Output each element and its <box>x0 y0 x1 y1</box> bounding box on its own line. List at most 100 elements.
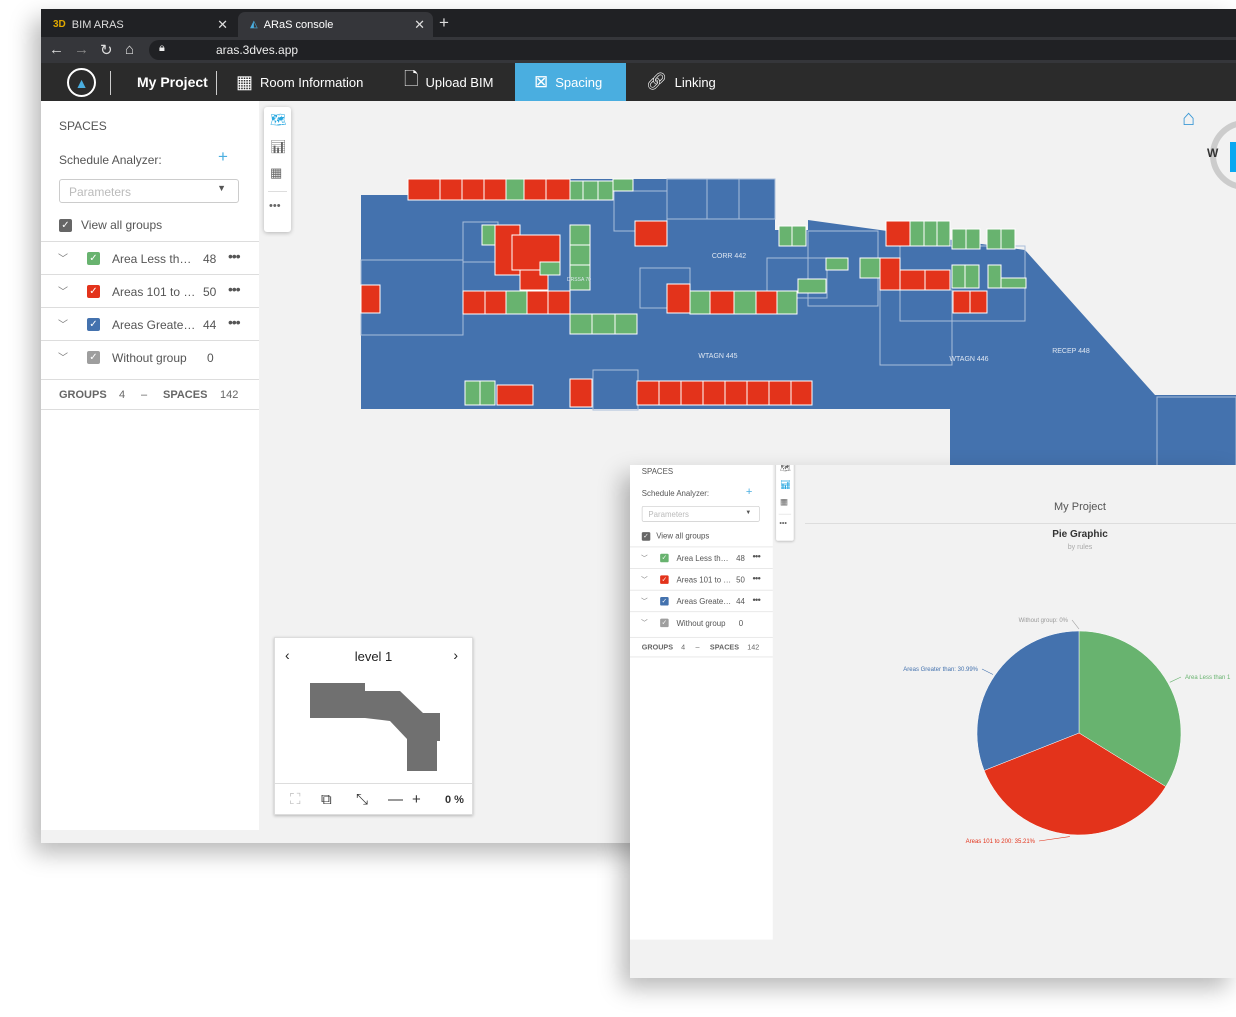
space-cell-green[interactable] <box>776 290 798 315</box>
pie-leader-line[interactable] <box>981 668 994 675</box>
space-cell-red[interactable] <box>496 384 534 406</box>
space-cell-red[interactable] <box>952 290 971 314</box>
space-cell-red[interactable] <box>658 380 682 406</box>
space-cell-red[interactable] <box>523 178 547 201</box>
zoom-in-icon[interactable]: + <box>412 791 421 808</box>
more-options-icon[interactable]: ••• <box>228 314 241 330</box>
space-cell-red[interactable] <box>484 290 507 315</box>
space-cell-red[interactable] <box>702 380 726 406</box>
space-cell-green[interactable] <box>569 224 591 246</box>
space-cell-red[interactable] <box>680 380 704 406</box>
space-cell-red[interactable] <box>547 290 571 315</box>
space-cell-green[interactable] <box>539 261 561 276</box>
space-cell-red[interactable] <box>969 290 988 314</box>
space-cell-green[interactable] <box>733 290 757 315</box>
pie-leader-line[interactable] <box>1038 836 1070 842</box>
space-cell-red[interactable] <box>885 220 911 247</box>
chevron-down-icon[interactable]: ﹀ <box>58 349 68 364</box>
space-cell-green[interactable] <box>612 178 634 192</box>
space-cell-red[interactable] <box>462 290 486 315</box>
pie-leader-line[interactable] <box>1071 619 1080 630</box>
group-row[interactable]: ﹀ ✓ Areas Greater than 44 ••• <box>41 307 259 340</box>
space-cell-red[interactable] <box>526 290 549 315</box>
map-icon[interactable]: 🗺︎ <box>270 112 287 128</box>
space-cell-red[interactable] <box>755 290 778 315</box>
more-icon[interactable]: ••• <box>269 200 281 212</box>
space-cell-red[interactable] <box>924 269 951 291</box>
space-cell-red[interactable] <box>483 178 507 201</box>
group-row[interactable]: ﹀ ✓ Without group 0 <box>41 340 259 379</box>
resize-icon[interactable]: ⤡ <box>356 791 368 808</box>
space-cell-green[interactable] <box>614 313 638 335</box>
space-cell-green[interactable] <box>582 180 599 201</box>
space-cell-green[interactable] <box>597 180 614 201</box>
space-cell-green[interactable] <box>986 228 1002 250</box>
space-cell-green[interactable] <box>791 225 807 247</box>
table-icon[interactable]: ▦ <box>270 165 282 181</box>
space-cell-red[interactable] <box>569 378 593 408</box>
fit-view-icon[interactable]: ⧉ <box>321 791 332 808</box>
zoom-out-icon[interactable]: — <box>388 791 403 808</box>
floor-plan-layer[interactable]: CORR 442 WTAGN 445 WTAGN 446 RECEP 448 DRSSA… <box>360 178 1236 473</box>
fullscreen-icon[interactable]: ⛶ <box>290 791 301 808</box>
space-cell-red[interactable] <box>439 178 463 201</box>
space-cell-red[interactable] <box>407 178 441 201</box>
parameters-dropdown[interactable]: Parameters ▼ <box>59 179 239 203</box>
space-cell-red[interactable] <box>545 178 571 201</box>
minimap-plan[interactable] <box>305 683 445 773</box>
space-cell-green[interactable] <box>951 228 967 250</box>
group-checkbox[interactable]: ✓ <box>87 252 100 265</box>
space-cell-red[interactable] <box>709 290 735 315</box>
space-cell-green[interactable] <box>965 228 981 250</box>
space-cell-green[interactable] <box>481 224 496 246</box>
more-options-icon[interactable]: ••• <box>228 248 241 264</box>
group-checkbox[interactable]: ✓ <box>87 285 100 298</box>
add-schedule-button[interactable]: + <box>218 147 228 167</box>
more-options-icon[interactable]: ••• <box>228 281 241 297</box>
pie-leader-line[interactable] <box>1169 676 1182 683</box>
space-cell-green[interactable] <box>923 220 938 247</box>
space-cell-red[interactable] <box>636 380 660 406</box>
space-cell-green[interactable] <box>987 264 1002 289</box>
space-cell-green[interactable] <box>505 290 528 315</box>
home-view-icon[interactable]: ⌂ <box>1182 105 1195 131</box>
space-cell-green[interactable] <box>909 220 925 247</box>
group-checkbox[interactable]: ✓ <box>87 318 100 331</box>
chevron-down-icon[interactable]: ﹀ <box>58 250 68 265</box>
chevron-down-icon[interactable]: ﹀ <box>58 283 68 298</box>
space-cell-green[interactable] <box>797 278 827 294</box>
space-cell-red[interactable] <box>461 178 485 201</box>
space-cell-red[interactable] <box>768 380 792 406</box>
chevron-down-icon[interactable]: ﹀ <box>58 316 68 331</box>
next-level-icon[interactable]: › <box>453 647 458 663</box>
space-cell-green[interactable] <box>569 244 591 266</box>
group-checkbox[interactable]: ✓ <box>87 351 100 364</box>
space-cell-green[interactable] <box>1000 228 1016 250</box>
space-cell-red[interactable] <box>790 380 813 406</box>
bar-chart-icon[interactable]: 📊︎ <box>270 139 287 155</box>
space-cell-green[interactable] <box>964 264 980 289</box>
space-cell-green[interactable] <box>859 257 881 279</box>
space-cell-green[interactable] <box>951 264 966 289</box>
space-cell-red[interactable] <box>724 380 748 406</box>
group-row[interactable]: ﹀ ✓ Area Less than 100 48 ••• <box>41 241 259 274</box>
space-cell-red[interactable] <box>746 380 770 406</box>
space-cell-green[interactable] <box>505 178 525 201</box>
space-cell-green[interactable] <box>464 380 481 406</box>
view-all-groups-checkbox[interactable]: ✓ <box>59 219 72 232</box>
space-cell-red[interactable] <box>899 269 926 291</box>
space-cell-green[interactable] <box>778 225 793 247</box>
space-cell-green[interactable] <box>569 313 593 335</box>
group-row[interactable]: ﹀ ✓ Areas 101 to 200 50 ••• <box>41 274 259 307</box>
space-cell-green[interactable] <box>1000 277 1027 289</box>
space-cell-red[interactable] <box>634 220 668 247</box>
space-cell-green[interactable] <box>591 313 616 335</box>
space-cell-red[interactable] <box>666 283 691 314</box>
space-cell-green[interactable] <box>936 220 951 247</box>
space-cell-green[interactable] <box>825 257 849 271</box>
space-cell-green[interactable] <box>689 290 711 315</box>
space-cell-red[interactable] <box>360 284 381 314</box>
space-cell-red[interactable] <box>879 257 901 291</box>
space-cell-green[interactable] <box>479 380 496 406</box>
space-cell-green[interactable] <box>569 180 584 201</box>
